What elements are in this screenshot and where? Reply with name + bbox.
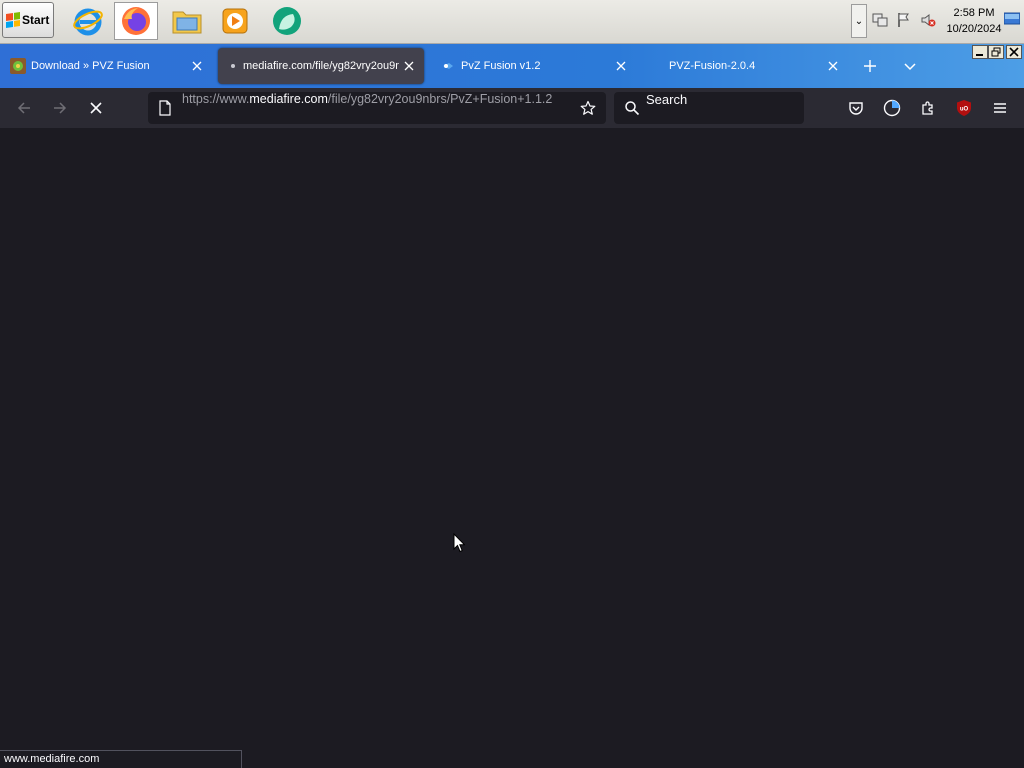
ublock-origin-button[interactable]: uO <box>952 96 976 120</box>
back-button[interactable] <box>12 96 36 120</box>
tab-mediafire[interactable]: mediafire.com/file/yg82vry2ou9nbrs <box>218 48 424 84</box>
show-desktop-icon[interactable] <box>1003 12 1021 28</box>
ublock-shield-icon: uO <box>957 100 971 116</box>
search-placeholder: Search <box>646 92 688 107</box>
application-menu-button[interactable] <box>988 96 1012 120</box>
close-icon <box>90 102 102 114</box>
link-status-text: www.mediafire.com <box>0 750 242 768</box>
pocket-icon <box>849 102 863 115</box>
close-tab-icon[interactable] <box>614 59 628 73</box>
svg-text:uO: uO <box>960 107 969 113</box>
page-info-icon[interactable] <box>157 100 173 116</box>
network-icon[interactable] <box>872 12 888 28</box>
arrow-right-icon <box>54 102 67 114</box>
close-tab-icon[interactable] <box>402 59 416 73</box>
tab-label: Download » PVZ Fusion <box>31 60 150 72</box>
new-tab-plus-icon[interactable] <box>860 56 880 76</box>
file-explorer-icon[interactable] <box>165 2 209 40</box>
tab-label: PvZ Fusion v1.2 <box>461 60 541 72</box>
tab-download-pvz-fusion[interactable]: Download » PVZ Fusion <box>0 46 212 86</box>
tab-label: PVZ-Fusion-2.0.4 <box>669 60 756 72</box>
url-path: /file/yg82vry2ou9nbrs/PvZ+Fusion+1.1.2 <box>327 92 553 106</box>
tab-pvz-fusion-204[interactable]: PVZ-Fusion-2.0.4 <box>642 46 848 86</box>
bookmark-star-icon[interactable] <box>580 100 596 116</box>
close-tab-icon[interactable] <box>190 59 204 73</box>
url-host: mediafire.com <box>249 92 328 106</box>
arrow-left-icon <box>17 102 30 114</box>
stop-loading-button[interactable] <box>84 96 108 120</box>
firefox-view-button[interactable] <box>880 96 904 120</box>
start-button[interactable]: Start <box>2 2 54 38</box>
tab-strip: Download » PVZ Fusion mediafire.com/file… <box>0 44 1024 88</box>
url-bar[interactable]: https://www.mediafire.com/file/yg82vry2o… <box>148 92 606 124</box>
clock-date: 10/20/2024 <box>946 23 1002 35</box>
restore-window-button[interactable] <box>988 45 1004 59</box>
tab-label: mediafire.com/file/yg82vry2ou9nbrs <box>243 60 399 72</box>
internet-explorer-icon[interactable] <box>66 2 110 40</box>
close-tab-icon[interactable] <box>826 59 840 73</box>
loading-dot-icon <box>228 58 238 74</box>
action-center-flag-icon[interactable] <box>896 12 912 28</box>
extensions-button[interactable] <box>916 96 940 120</box>
pvz-favicon-icon <box>10 58 26 74</box>
show-hidden-icons-button[interactable]: ⌄ <box>851 4 867 38</box>
list-all-tabs-chevron-icon[interactable] <box>900 56 920 76</box>
search-bar[interactable]: Search <box>614 92 804 124</box>
puzzle-piece-icon <box>922 101 933 115</box>
firefox-icon[interactable] <box>114 2 158 40</box>
pocket-button[interactable] <box>844 96 868 120</box>
account-circle-icon <box>883 99 901 117</box>
chevron-down-icon: ⌄ <box>854 15 864 27</box>
forward-button[interactable] <box>48 96 72 120</box>
page-content[interactable] <box>0 128 1024 768</box>
volume-muted-icon[interactable] <box>920 12 936 28</box>
navigation-toolbar: https://www.mediafire.com/file/yg82vry2o… <box>0 88 1024 128</box>
mouse-cursor-icon <box>453 533 465 553</box>
close-window-button[interactable] <box>1006 45 1022 59</box>
url-text[interactable]: https://www.mediafire.com/file/yg82vry2o… <box>182 92 570 124</box>
taskbar-clock[interactable]: 2:58 PM 10/20/2024 <box>942 5 1006 37</box>
search-icon <box>624 100 640 116</box>
taskbar: Start ⌄ 2:58 PM 10/20/2024 <box>0 0 1024 44</box>
tab-pvz-fusion-v12[interactable]: PvZ Fusion v1.2 <box>430 46 636 86</box>
site-favicon-icon <box>440 58 456 74</box>
media-player-icon[interactable] <box>213 2 257 40</box>
url-prefix: https://www. <box>182 92 250 106</box>
clock-time: 2:58 PM <box>953 7 995 19</box>
chat-app-icon[interactable] <box>265 2 309 40</box>
hamburger-menu-icon <box>994 103 1006 113</box>
start-label: Start <box>22 13 50 27</box>
minimize-window-button[interactable] <box>972 45 988 59</box>
windows-flag-icon <box>6 12 20 28</box>
